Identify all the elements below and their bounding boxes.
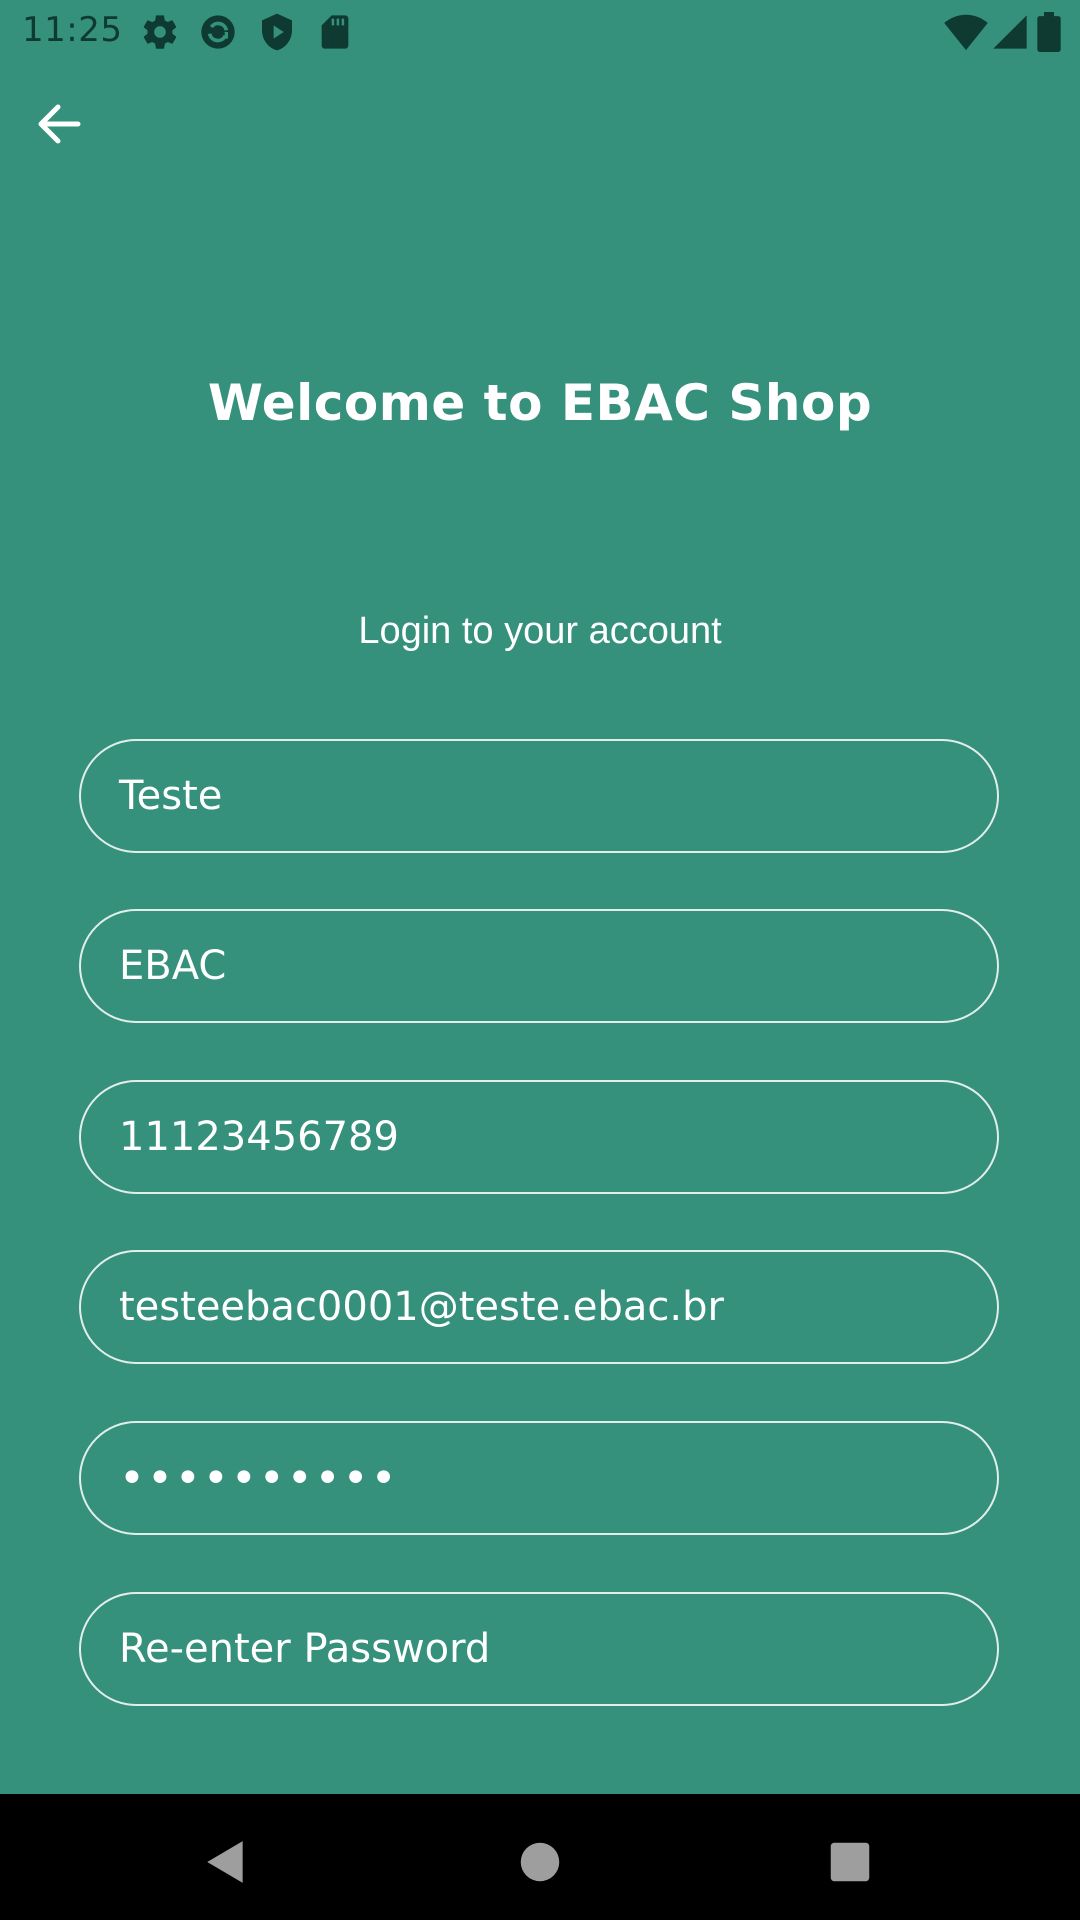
nav-back-button[interactable] (186, 1822, 266, 1902)
sd-card-icon (315, 12, 355, 52)
arrow-left-icon (38, 104, 81, 144)
gear-icon (140, 12, 180, 52)
confirm-password-field[interactable]: Re-enter Password (79, 1592, 999, 1706)
page-title: Welcome to EBAC Shop (207, 374, 873, 432)
status-time: 11:25 (22, 10, 123, 50)
sync-icon (198, 12, 238, 52)
recents-square-icon (830, 1842, 870, 1882)
nav-home-button[interactable] (500, 1822, 580, 1902)
phone-field[interactable]: 11123456789 (79, 1080, 999, 1194)
first-name-field[interactable]: Teste (79, 739, 999, 853)
back-button[interactable] (26, 96, 90, 152)
last-name-field[interactable]: EBAC (79, 909, 999, 1023)
wifi-icon (944, 12, 988, 52)
status-bar: 11:25 (0, 0, 1080, 64)
email-field[interactable]: testeebac0001@teste.ebac.br (79, 1250, 999, 1364)
shield-icon (257, 12, 297, 52)
home-circle-icon (520, 1842, 560, 1882)
page-subtitle: Login to your account (358, 610, 722, 652)
back-triangle-icon (207, 1841, 243, 1883)
register-screen: 11:25 Welcome to EBAC Shop Login to your… (0, 0, 1080, 1920)
battery-icon (1036, 12, 1062, 53)
signal-icon (990, 12, 1030, 52)
password-field[interactable]: •••••••••• (79, 1421, 999, 1535)
nav-recents-button[interactable] (810, 1822, 890, 1902)
system-nav-bar (0, 1794, 1080, 1920)
